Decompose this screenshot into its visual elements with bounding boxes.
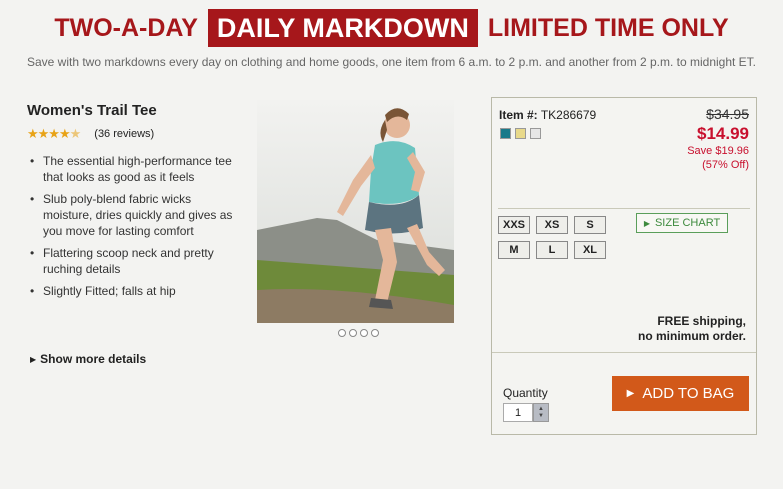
chevron-down-icon[interactable]: ▼ xyxy=(538,413,544,420)
color-swatch-teal[interactable] xyxy=(500,128,511,139)
feature-item: Slightly Fitted; falls at hip xyxy=(27,283,237,299)
shipping-line-2: no minimum order. xyxy=(637,329,746,343)
carousel-dot[interactable] xyxy=(349,329,357,337)
size-option[interactable]: XXS xyxy=(498,216,530,234)
save-amount: Save $19.96 xyxy=(687,145,749,157)
stepper-arrows[interactable]: ▲ ▼ xyxy=(533,403,549,422)
original-price: $34.95 xyxy=(706,106,749,122)
show-more-details-link[interactable]: ▶ Show more details xyxy=(30,352,146,366)
runner-photo xyxy=(257,100,454,323)
star-icon: ★★★★★ xyxy=(27,126,81,141)
show-more-label: Show more details xyxy=(40,352,147,366)
size-option[interactable]: XL xyxy=(574,241,606,259)
carousel-dot[interactable] xyxy=(371,329,379,337)
size-option[interactable]: M xyxy=(498,241,530,259)
item-number: Item #: TK286679 xyxy=(499,108,596,122)
item-number-value: TK286679 xyxy=(540,108,597,122)
divider xyxy=(492,352,756,353)
color-swatch-yellow[interactable] xyxy=(515,128,526,139)
add-to-bag-button[interactable]: ▶ ADD TO BAG xyxy=(612,376,749,411)
chevron-up-icon[interactable]: ▲ xyxy=(538,406,544,413)
size-options: XXS XS S M L XL xyxy=(498,216,606,259)
quantity-input[interactable]: 1 xyxy=(503,403,533,422)
feature-list: The essential high-performance tee that … xyxy=(27,153,237,305)
banner-subtitle: Save with two markdowns every day on clo… xyxy=(26,55,757,69)
promo-banner: TWO-A-DAY DAILY MARKDOWN LIMITED TIME ON… xyxy=(0,8,783,48)
banner-left-text: TWO-A-DAY xyxy=(54,13,198,42)
carousel-dot[interactable] xyxy=(338,329,346,337)
triangle-right-icon: ▶ xyxy=(626,388,635,399)
add-to-bag-label: ADD TO BAG xyxy=(642,385,735,402)
rating-row[interactable]: ★★★★★ (36 reviews) xyxy=(27,126,154,142)
purchase-panel: Item #: TK286679 $34.95 $14.99 Save $19.… xyxy=(491,97,757,435)
banner-middle-text: DAILY MARKDOWN xyxy=(207,9,478,47)
size-option[interactable]: S xyxy=(574,216,606,234)
feature-item: Flattering scoop neck and pretty ruching… xyxy=(27,245,237,277)
reviews-link[interactable]: (36 reviews) xyxy=(94,128,154,140)
carousel-dot[interactable] xyxy=(360,329,368,337)
quantity-stepper[interactable]: 1 ▲ ▼ xyxy=(503,403,549,422)
banner-right-text: LIMITED TIME ONLY xyxy=(487,13,729,42)
color-swatch-gray[interactable] xyxy=(530,128,541,139)
sale-price: $14.99 xyxy=(697,124,749,143)
shipping-info: FREE shipping, no minimum order. xyxy=(638,314,746,344)
triangle-right-icon: ▶ xyxy=(643,218,650,228)
caret-right-icon: ▶ xyxy=(30,354,37,364)
price-block: $34.95 $14.99 Save $19.96 (57% Off) xyxy=(687,106,749,172)
color-swatches xyxy=(500,128,541,139)
quantity-label: Quantity xyxy=(503,386,548,400)
save-percent: (57% Off) xyxy=(702,159,749,171)
divider xyxy=(498,208,750,209)
product-photo[interactable] xyxy=(257,100,454,323)
shipping-line-1: FREE shipping, xyxy=(657,314,746,328)
size-option[interactable]: L xyxy=(536,241,568,259)
feature-item: The essential high-performance tee that … xyxy=(27,153,237,185)
image-carousel-dots xyxy=(338,329,379,337)
product-title: Women's Trail Tee xyxy=(27,102,157,119)
item-number-label: Item #: xyxy=(499,108,538,122)
size-chart-button[interactable]: ▶ SIZE CHART xyxy=(636,213,728,233)
size-chart-label: SIZE CHART xyxy=(654,217,721,229)
feature-item: Slub poly-blend fabric wicks moisture, d… xyxy=(27,191,237,239)
size-option[interactable]: XS xyxy=(536,216,568,234)
